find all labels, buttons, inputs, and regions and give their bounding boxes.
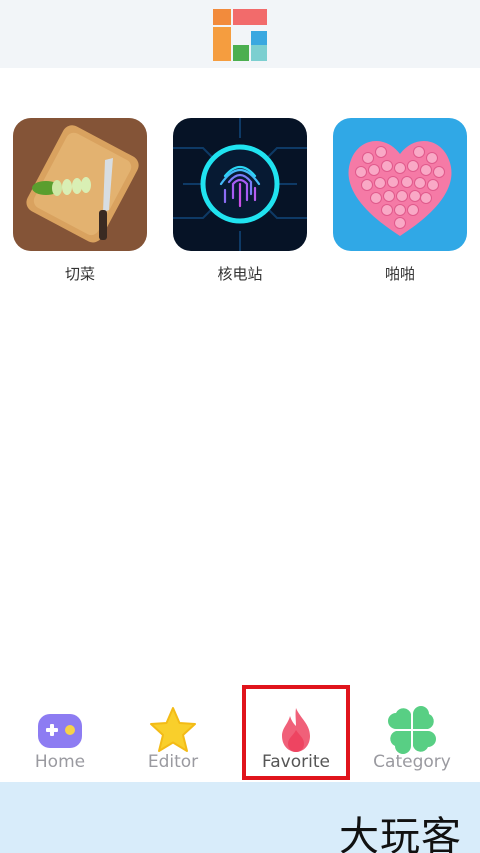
- bottom-band: 大玩客: [0, 782, 480, 853]
- fingerprint-thumbnail: [173, 118, 307, 251]
- tab-label: Home: [34, 752, 86, 772]
- favorite-highlight-frame: [242, 685, 350, 780]
- clover-icon: [388, 706, 436, 754]
- game-grid: 切菜 核电站 啪啪: [0, 118, 480, 288]
- watermark-text: 大玩客: [339, 814, 462, 853]
- app-logo-icon: [213, 9, 267, 61]
- game-name: 切菜: [64, 265, 95, 283]
- screen: 切菜 核电站 啪啪 Home Editor Favorite Category …: [0, 0, 480, 853]
- tab-home[interactable]: Home: [0, 690, 120, 782]
- tab-category[interactable]: Category: [352, 690, 472, 782]
- tab-label: Category: [373, 752, 451, 772]
- tab-editor[interactable]: Editor: [113, 690, 233, 782]
- game-item-cut-vegetables[interactable]: 切菜: [13, 118, 147, 284]
- game-name: 啪啪: [384, 265, 415, 283]
- top-header: [0, 0, 480, 68]
- vegetable-cutting-thumbnail: [13, 118, 147, 251]
- star-icon: [150, 707, 196, 752]
- game-item-pop-it[interactable]: 啪啪: [333, 118, 467, 284]
- pop-it-heart-thumbnail: [333, 118, 467, 251]
- gamepad-icon: [38, 714, 82, 748]
- game-item-nuclear-plant[interactable]: 核电站: [173, 118, 307, 284]
- bottom-tab-bar: Home Editor Favorite Category: [0, 690, 480, 782]
- game-name: 核电站: [217, 265, 263, 283]
- tab-label: Editor: [147, 752, 199, 772]
